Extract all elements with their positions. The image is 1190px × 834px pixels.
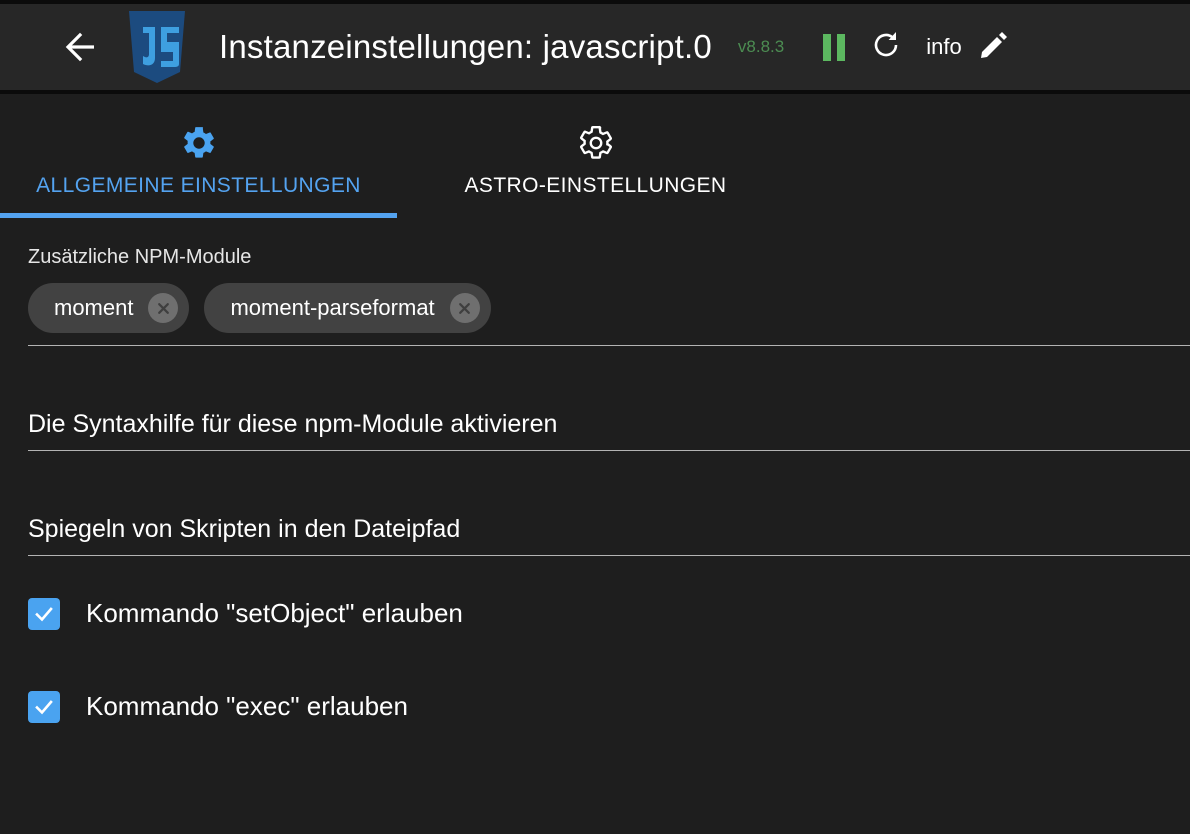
checkbox-exec[interactable] [28, 690, 60, 723]
checkbox-row-exec[interactable]: Kommando "exec" erlauben [28, 671, 1190, 742]
chip-label: moment [54, 295, 134, 320]
info-button[interactable]: info [926, 34, 961, 60]
pause-icon [823, 33, 846, 61]
app-header: Instanzeinstellungen: javascript.0 v8.8.… [0, 4, 1190, 90]
version-label: v8.8.3 [737, 37, 785, 56]
chip-label: moment-parseformat [230, 295, 435, 320]
checkbox-label: Kommando "exec" erlauben [86, 691, 408, 721]
mirror-scripts-value: Spiegeln von Skripten in den Dateipfad [28, 515, 461, 543]
page-title: Instanzeinstellungen: javascript.0 [219, 28, 712, 65]
syntax-help-field[interactable]: Die Syntaxhilfe für diese npm-Module akt… [28, 346, 1190, 450]
check-icon [33, 696, 55, 718]
active-tab-indicator [0, 213, 397, 218]
chip-moment[interactable]: moment [28, 283, 190, 333]
npm-modules-field: Zusätzliche NPM-Module moment moment-par… [28, 222, 1190, 345]
gear-outline-icon [577, 122, 615, 164]
arrow-left-icon [64, 32, 106, 62]
gear-filled-icon [180, 122, 218, 164]
npm-modules-label: Zusätzliche NPM-Module [28, 246, 252, 268]
pencil-icon [978, 30, 1008, 65]
mirror-scripts-field[interactable]: Spiegeln von Skripten in den Dateipfad [28, 451, 1190, 555]
chip-moment-parseformat[interactable]: moment-parseformat [204, 283, 491, 333]
restart-button[interactable] [860, 21, 912, 73]
checkbox-setobject[interactable] [28, 597, 60, 630]
settings-tabs: ALLGEMEINE EINSTELLUNGEN ASTRO-EINSTELLU… [0, 94, 1190, 222]
check-icon [33, 603, 55, 625]
refresh-icon [870, 29, 902, 66]
tab-label: ALLGEMEINE EINSTELLUNGEN [36, 174, 361, 197]
tab-allgemeine-einstellungen[interactable]: ALLGEMEINE EINSTELLUNGEN [0, 94, 397, 218]
back-button[interactable] [54, 16, 116, 78]
header-actions: info [808, 21, 1015, 73]
npm-modules-chips: moment moment-parseformat [28, 283, 1190, 345]
checkbox-row-setobject[interactable]: Kommando "setObject" erlauben [28, 578, 1190, 649]
settings-content: Zusätzliche NPM-Module moment moment-par… [0, 222, 1190, 834]
syntax-help-value: Die Syntaxhilfe für diese npm-Module akt… [28, 410, 558, 438]
close-circle-icon[interactable] [148, 293, 179, 323]
javascript-logo-icon [122, 8, 192, 86]
edit-button[interactable] [970, 24, 1016, 70]
checkbox-label: Kommando "setObject" erlauben [86, 598, 463, 628]
pause-button[interactable] [808, 21, 860, 73]
tab-label: ASTRO-EINSTELLUNGEN [464, 174, 727, 197]
instance-settings-page: Instanzeinstellungen: javascript.0 v8.8.… [0, 0, 1190, 834]
close-circle-icon[interactable] [449, 293, 480, 323]
tab-astro-einstellungen[interactable]: ASTRO-EINSTELLUNGEN [397, 94, 794, 218]
